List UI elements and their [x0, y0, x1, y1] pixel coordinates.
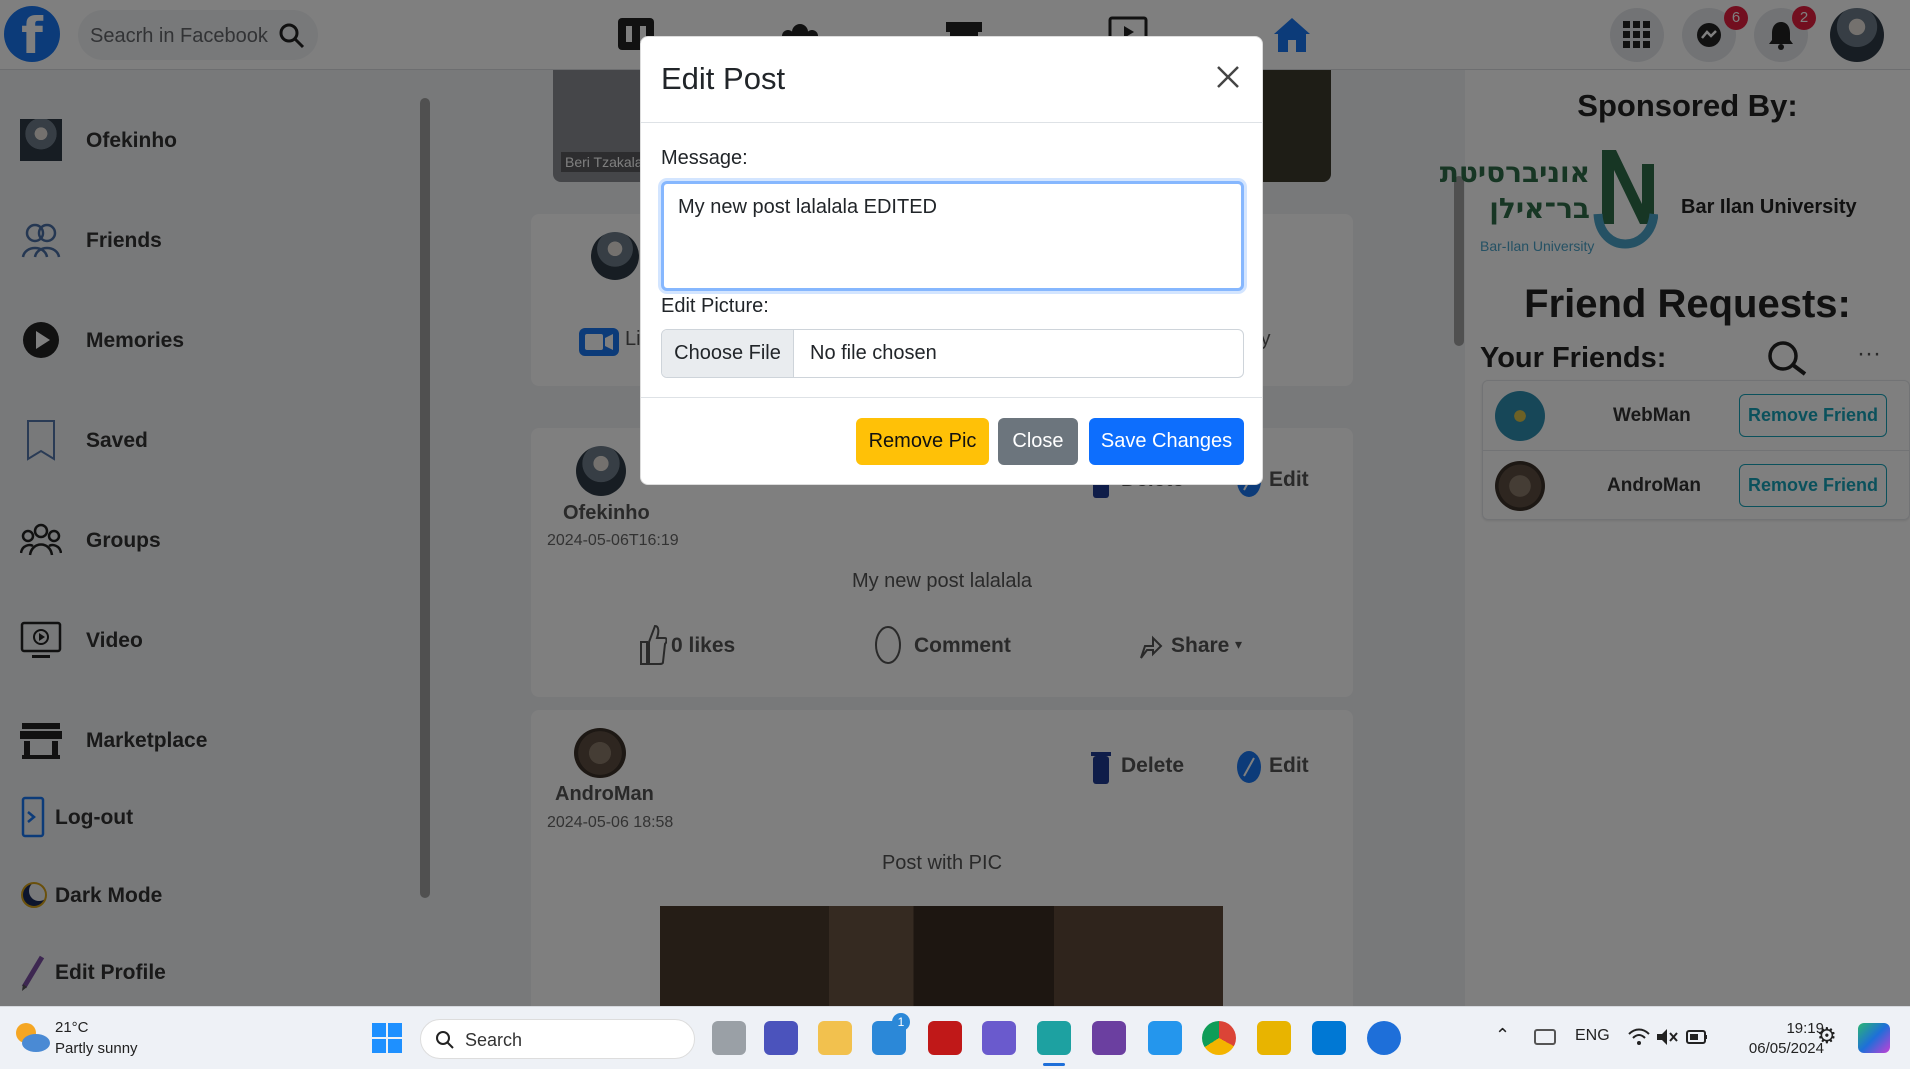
weather-desc: Partly sunny: [55, 1040, 138, 1057]
vscode-icon[interactable]: [1312, 1021, 1346, 1055]
teams-icon[interactable]: [764, 1021, 798, 1055]
remove-pic-button[interactable]: Remove Pic: [856, 418, 989, 465]
windows-start-icon[interactable]: [372, 1023, 402, 1053]
volume-muted-icon[interactable]: [1656, 1027, 1678, 1047]
taskbar-search[interactable]: Search: [420, 1019, 695, 1059]
no-file-text: No file chosen: [810, 342, 937, 364]
save-changes-button[interactable]: Save Changes: [1089, 418, 1244, 465]
chevron-up-icon[interactable]: ⌃: [1495, 1025, 1510, 1046]
clock-time[interactable]: 19:19: [1734, 1020, 1824, 1037]
copilot-pre-icon[interactable]: [1858, 1023, 1890, 1053]
docker-icon[interactable]: [1148, 1021, 1182, 1055]
battery-icon[interactable]: [1686, 1028, 1708, 1046]
edit-post-modal: Edit Post Message: My new post lalalala …: [640, 36, 1263, 485]
file-explorer-icon[interactable]: [818, 1021, 852, 1055]
search-icon: [436, 1031, 454, 1049]
copilot-icon[interactable]: [982, 1021, 1016, 1055]
close-button[interactable]: Close: [998, 418, 1078, 465]
task-view-icon[interactable]: [712, 1021, 746, 1055]
choose-file-button[interactable]: Choose File: [662, 330, 794, 377]
modal-header: Edit Post: [641, 37, 1262, 123]
active-app-indicator: [1043, 1063, 1065, 1066]
edge-icon[interactable]: [1037, 1021, 1071, 1055]
weather-temp: 21°C: [55, 1019, 89, 1036]
app-icon[interactable]: [1367, 1021, 1401, 1055]
store-badge: 1: [892, 1013, 910, 1031]
taskbar-search-label: Search: [465, 1030, 523, 1050]
windows-taskbar: 21°C Partly sunny Search 1 ⌃ ENG 19:19 0…: [0, 1006, 1910, 1069]
message-label: Message:: [661, 147, 748, 169]
message-textarea[interactable]: My new post lalalala EDITED: [661, 181, 1244, 291]
modal-title: Edit Post: [661, 61, 786, 96]
onedrive-icon[interactable]: [1534, 1029, 1556, 1045]
weather-icon[interactable]: [12, 1019, 52, 1055]
app-icon[interactable]: [1092, 1021, 1126, 1055]
clock-date[interactable]: 06/05/2024: [1724, 1040, 1824, 1057]
app-icon[interactable]: [1257, 1021, 1291, 1055]
mcafee-icon[interactable]: [928, 1021, 962, 1055]
wifi-icon[interactable]: [1628, 1027, 1650, 1047]
gear-icon[interactable]: ⚙: [1817, 1023, 1837, 1049]
modal-footer: Remove Pic Close Save Changes: [641, 397, 1262, 485]
close-icon[interactable]: [1212, 61, 1244, 93]
file-input[interactable]: Choose File No file chosen: [661, 329, 1244, 378]
language-indicator[interactable]: ENG: [1575, 1027, 1610, 1045]
chrome-icon[interactable]: [1202, 1021, 1236, 1055]
edit-picture-label: Edit Picture:: [661, 295, 769, 317]
